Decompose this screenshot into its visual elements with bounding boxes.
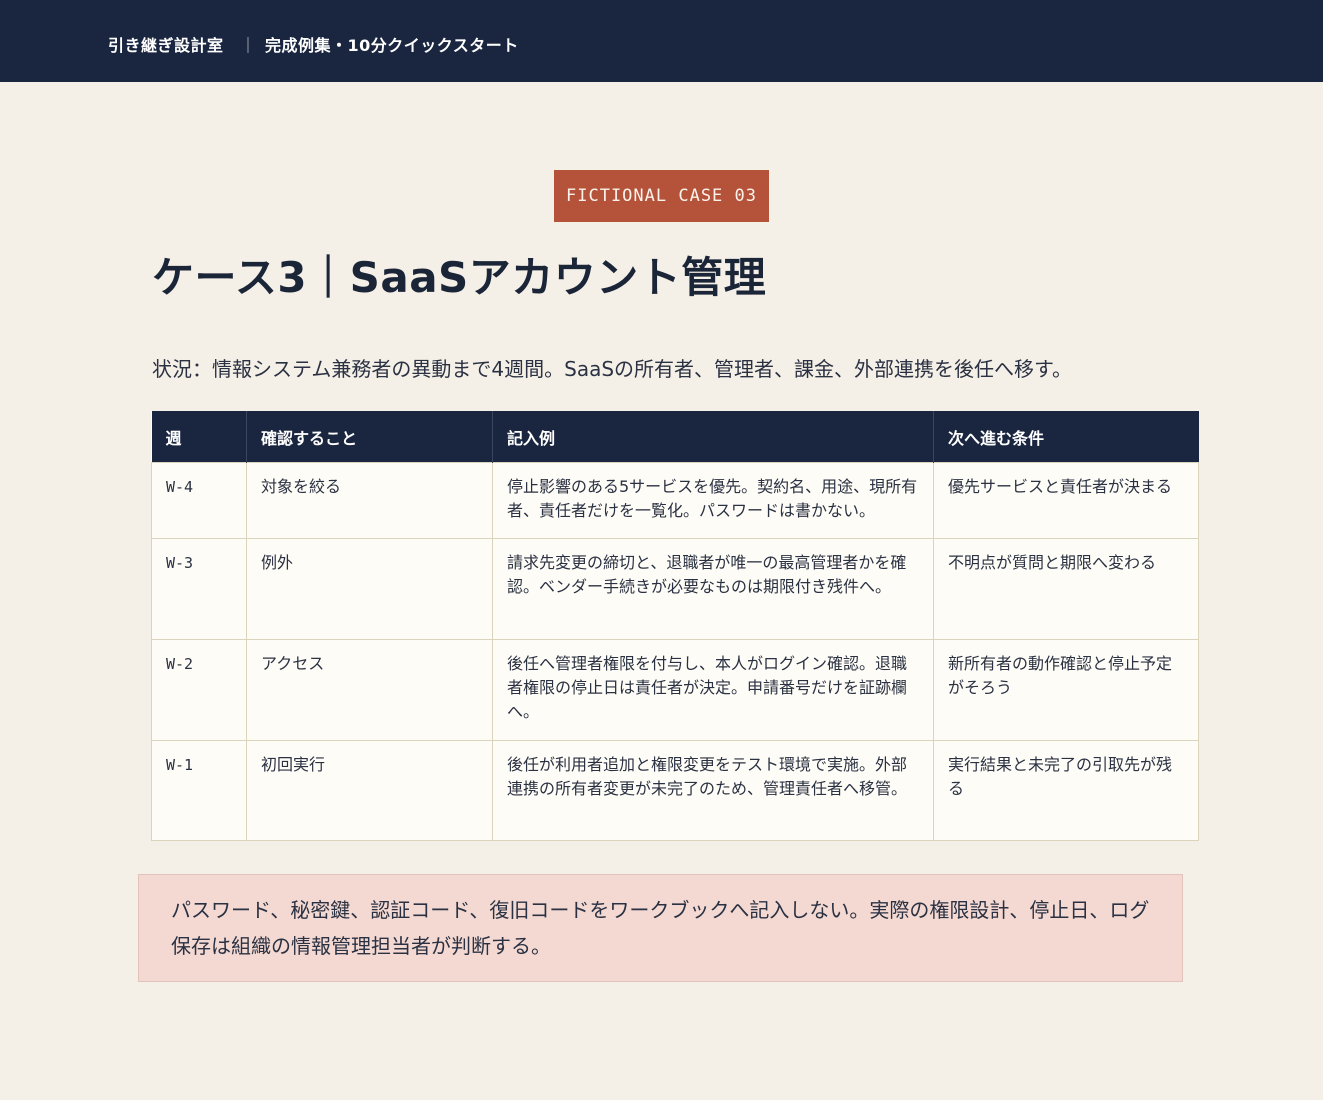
column-header-check: 確認すること bbox=[246, 411, 493, 463]
site-brand[interactable]: 引き継ぎ設計室 bbox=[108, 35, 224, 57]
top-bar: 引き継ぎ設計室 ｜ 完成例集・10分クイックスタート bbox=[0, 0, 1323, 82]
week-cell: W-4 bbox=[151, 462, 247, 539]
example-cell: 後任へ管理者権限を付与し、本人がログイン確認。退職者権限の停止日は責任者が決定。… bbox=[492, 639, 934, 741]
example-cell: 停止影響のある5サービスを優先。契約名、用途、現所有者、責任者だけを一覧化。パス… bbox=[492, 462, 934, 539]
week-cell: W-2 bbox=[151, 639, 247, 741]
header-separator: ｜ bbox=[240, 36, 257, 55]
table-header-row: 週 確認すること 記入例 次へ進む条件 bbox=[151, 411, 1199, 463]
situation-text: 状況：情報システム兼務者の異動まで4週間。SaaSの所有者、管理者、課金、外部連… bbox=[152, 357, 1073, 381]
case-badge: FICTIONAL CASE 03 bbox=[554, 170, 769, 222]
table-row: W-4 対象を絞る 停止影響のある5サービスを優先。契約名、用途、現所有者、責任… bbox=[151, 462, 1199, 539]
column-header-condition: 次へ進む条件 bbox=[933, 411, 1199, 463]
page-title: ケース3｜SaaSアカウント管理 bbox=[152, 253, 767, 302]
column-header-week: 週 bbox=[151, 411, 247, 463]
check-cell: 例外 bbox=[246, 538, 493, 640]
week-cell: W-1 bbox=[151, 740, 247, 841]
warning-note: パスワード、秘密鍵、認証コード、復旧コードをワークブックへ記入しない。実際の権限… bbox=[138, 874, 1183, 982]
condition-cell: 優先サービスと責任者が決まる bbox=[933, 462, 1199, 539]
check-cell: 初回実行 bbox=[246, 740, 493, 841]
condition-cell: 実行結果と未完了の引取先が残る bbox=[933, 740, 1199, 841]
condition-cell: 不明点が質問と期限へ変わる bbox=[933, 538, 1199, 640]
check-cell: 対象を絞る bbox=[246, 462, 493, 539]
week-cell: W-3 bbox=[151, 538, 247, 640]
header-subtitle: 完成例集・10分クイックスタート bbox=[265, 36, 519, 55]
table-row: W-1 初回実行 後任が利用者追加と権限変更をテスト環境で実施。外部連携の所有者… bbox=[151, 740, 1199, 841]
column-header-example: 記入例 bbox=[492, 411, 934, 463]
table-row: W-2 アクセス 後任へ管理者権限を付与し、本人がログイン確認。退職者権限の停止… bbox=[151, 639, 1199, 741]
example-cell: 後任が利用者追加と権限変更をテスト環境で実施。外部連携の所有者変更が未完了のため… bbox=[492, 740, 934, 841]
example-cell: 請求先変更の締切と、退職者が唯一の最高管理者かを確認。ベンダー手続きが必要なもの… bbox=[492, 538, 934, 640]
weekly-plan-table: 週 確認すること 記入例 次へ進む条件 W-4 対象を絞る 停止影響のある5サー… bbox=[151, 411, 1199, 841]
table-row: W-3 例外 請求先変更の締切と、退職者が唯一の最高管理者かを確認。ベンダー手続… bbox=[151, 538, 1199, 640]
check-cell: アクセス bbox=[246, 639, 493, 741]
condition-cell: 新所有者の動作確認と停止予定がそろう bbox=[933, 639, 1199, 741]
